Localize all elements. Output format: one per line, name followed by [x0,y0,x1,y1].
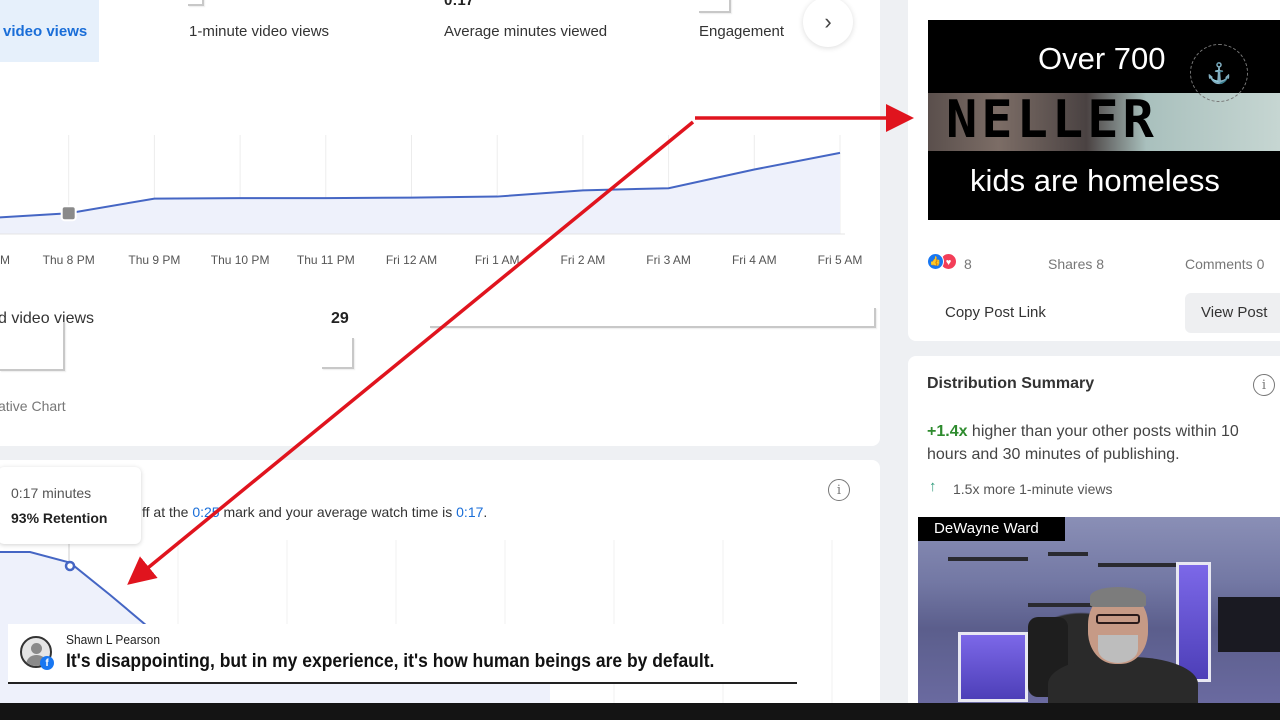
info-icon[interactable]: i [1253,374,1275,396]
x-tick-label: Fri 4 AM [731,253,777,267]
webcam-feed [918,517,1280,703]
text: mark and your average watch time is [219,504,457,520]
x-tick-label: Fri 3 AM [646,253,691,267]
x-tick-label: Fri 1 AM [474,253,520,267]
tab-label: Average minutes viewed [444,23,608,40]
shelf [1048,552,1088,556]
retention-hover-point[interactable] [64,560,76,572]
skeleton-placeholder [0,322,65,371]
multiplier: +1.4x [927,423,968,440]
retention-summary: ff at the 0:25 mark and your average wat… [142,504,487,520]
thumbnail-top-text: Over 700 [1038,41,1166,76]
x-tick-label: Thu 9 PM [128,253,181,267]
tab-engagement[interactable]: Engagement [699,0,799,62]
arrow-up-icon: ↑ [929,478,937,495]
view-post-button[interactable]: View Post [1185,293,1280,333]
x-tick-label: Fri 12 AM [385,253,438,267]
chevron-right-icon: › [824,9,832,34]
person-glasses [1096,614,1140,624]
facebook-icon: f [40,656,54,670]
avg-watch-time[interactable]: 0:17 [456,504,483,520]
views-area [0,152,840,234]
anchor-logo-icon: ⚓ [1190,44,1248,102]
display-case [958,632,1028,702]
tab-label: video views [3,23,88,40]
tab-label: 1-minute video views [189,23,330,40]
shelf [948,557,1028,561]
summary-value: 29 [331,310,349,327]
x-tick-label: Fri 2 AM [560,253,606,267]
shares-count[interactable]: Shares 8 [1048,256,1104,272]
monitor [1218,597,1280,652]
skeleton-placeholder [322,338,354,369]
tab-video-views[interactable]: video views [0,0,99,62]
person-beard [1098,635,1138,663]
avatar-head [31,643,42,654]
comments-count[interactable]: Comments 0 [1185,256,1264,272]
tab-value: 0:17 [444,0,475,9]
like-icon: 👍 [927,253,944,270]
post-thumbnail[interactable]: NELLER Over 700 kids are homeless ⚓ [928,20,1280,220]
tab-label: Engagement [699,23,785,40]
tooltip-time: 0:17 minutes [11,485,92,501]
skeleton-placeholder [188,0,204,6]
skeleton-placeholder [699,0,731,13]
x-tick-label: Thu 10 PM [210,253,270,267]
thumbnail-middle-word: NELLER [946,90,1158,150]
x-tick-label: Thu 11 PM [296,253,355,267]
x-tick-label: Fri 5 AM [817,253,863,267]
person-hair [1090,587,1146,607]
dropoff-mark[interactable]: 0:25 [192,504,219,520]
tab-1-minute-views[interactable]: 1-minute video views [188,0,368,62]
reactions-count: 8 [964,256,972,272]
views-line-chart [0,135,845,235]
mobile-post-icon[interactable] [60,205,77,222]
info-icon[interactable]: i [828,479,850,501]
bottom-letterbox [0,703,1280,720]
comment-text: It's disappointing, but in my experience… [66,651,715,672]
shelf [1098,563,1183,567]
x-tick-label: M [0,253,10,267]
comment-overlay: f Shawn L Pearson It's disappointing, bu… [8,624,797,684]
distribution-title: Distribution Summary [927,375,1095,392]
text: . [483,504,488,520]
comment-author: Shawn L Pearson [66,632,160,647]
skeleton-placeholder [430,308,876,328]
tooltip-retention: 93% Retention [11,510,108,526]
tab-average-minutes[interactable]: 0:17 Average minutes viewed [444,0,644,62]
x-tick-label: Thu 8 PM [42,253,95,267]
cumulative-chart-link[interactable]: ative Chart [0,398,66,414]
distribution-subtext: 1.5x more 1-minute views [953,481,1113,497]
thumbnail-bottom-text: kids are homeless [970,163,1220,198]
text: higher than your other posts within 10 h… [927,423,1239,463]
webcam-name-tag: DeWayne Ward [918,517,1065,541]
retention-tooltip: 0:17 minutes 93% Retention [0,467,141,544]
copy-post-link-button[interactable]: Copy Post Link [945,304,1046,321]
distribution-text: +1.4x higher than your other posts withi… [927,420,1272,466]
text: ff at the [142,504,193,520]
display-case [1176,562,1211,682]
